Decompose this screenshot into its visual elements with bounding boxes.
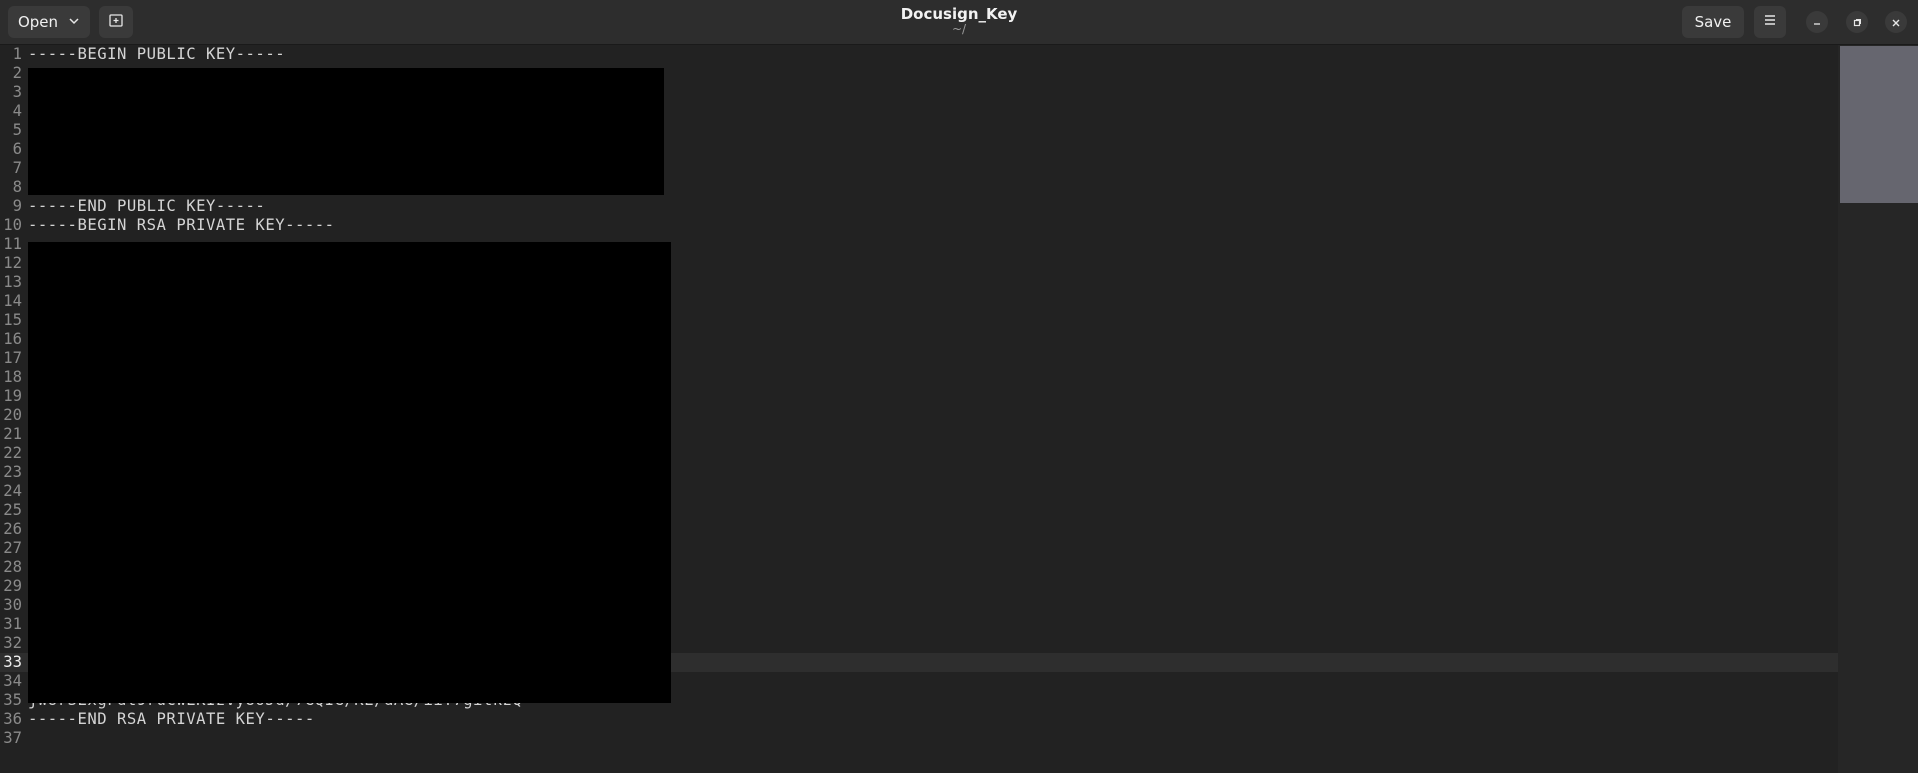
line-number: 8 <box>12 178 22 196</box>
line-number: 35 <box>3 691 22 709</box>
window-subtitle: ~/ <box>951 22 967 36</box>
save-button-label: Save <box>1694 13 1732 31</box>
chevron-down-icon <box>68 13 80 31</box>
line-number: 21 <box>3 425 22 443</box>
new-tab-icon <box>108 12 124 32</box>
line-number: 33 <box>3 653 22 671</box>
new-tab-button[interactable] <box>99 6 133 38</box>
line-number: 19 <box>3 387 22 405</box>
line-number: 7 <box>12 159 22 177</box>
line-number: 22 <box>3 444 22 462</box>
line-number: 9 <box>12 197 22 215</box>
open-button-label: Open <box>17 13 59 31</box>
line-number: 6 <box>12 140 22 158</box>
line-text: -----BEGIN RSA PRIVATE KEY----- <box>28 216 335 234</box>
close-button[interactable] <box>1885 11 1907 33</box>
maximize-button[interactable] <box>1846 11 1868 33</box>
line-number: 31 <box>3 615 22 633</box>
header-bar: Open Docusign_Key ~/ Save <box>0 0 1918 45</box>
line-number: 4 <box>12 102 22 120</box>
line-number: 13 <box>3 273 22 291</box>
window-title-area: Docusign_Key ~/ <box>859 5 1059 35</box>
text-editor[interactable]: 1 -----BEGIN PUBLIC KEY----- 2 3 4 5 6 7 8 9 -----… <box>0 45 1838 773</box>
line-number: 2 <box>12 64 22 82</box>
line-number: 17 <box>3 349 22 367</box>
line-text: -----END PUBLIC KEY----- <box>28 197 266 215</box>
editor-line[interactable]: 1 -----BEGIN PUBLIC KEY----- <box>0 45 1838 64</box>
line-number: 32 <box>3 634 22 652</box>
line-number: 15 <box>3 311 22 329</box>
line-number: 16 <box>3 330 22 348</box>
editor-line[interactable]: 10 -----BEGIN RSA PRIVATE KEY----- <box>0 216 1838 235</box>
line-number: 14 <box>3 292 22 310</box>
open-button[interactable]: Open <box>8 6 90 38</box>
minimize-icon <box>1812 13 1822 32</box>
minimap[interactable] <box>1838 45 1918 773</box>
window-title: Docusign_Key <box>900 5 1018 23</box>
line-number: 25 <box>3 501 22 519</box>
line-number: 10 <box>3 216 22 234</box>
hamburger-menu-icon <box>1763 13 1777 31</box>
line-number: 37 <box>3 729 22 747</box>
line-number: 30 <box>3 596 22 614</box>
line-number: 36 <box>3 710 22 728</box>
main-menu-button[interactable] <box>1754 6 1786 38</box>
line-number: 1 <box>12 45 22 63</box>
line-number: 5 <box>12 121 22 139</box>
line-number: 12 <box>3 254 22 272</box>
line-number: 23 <box>3 463 22 481</box>
line-text: -----END RSA PRIVATE KEY----- <box>28 710 315 728</box>
line-number: 28 <box>3 558 22 576</box>
maximize-icon <box>1852 13 1862 32</box>
save-button[interactable]: Save <box>1682 6 1744 38</box>
line-number: 26 <box>3 520 22 538</box>
minimize-button[interactable] <box>1806 11 1828 33</box>
line-number: 27 <box>3 539 22 557</box>
redaction-block-public-key <box>28 68 664 195</box>
editor-line[interactable]: 37 <box>0 729 1838 748</box>
line-number: 34 <box>3 672 22 690</box>
line-number: 18 <box>3 368 22 386</box>
minimap-viewport[interactable] <box>1840 46 1918 203</box>
line-number: 20 <box>3 406 22 424</box>
line-number: 3 <box>12 83 22 101</box>
line-number: 24 <box>3 482 22 500</box>
line-number: 29 <box>3 577 22 595</box>
line-text: -----BEGIN PUBLIC KEY----- <box>28 45 286 63</box>
editor-line[interactable]: 36 -----END RSA PRIVATE KEY----- <box>0 710 1838 729</box>
line-number: 11 <box>3 235 22 253</box>
redaction-block-private-key <box>28 242 671 703</box>
close-icon <box>1891 13 1901 32</box>
editor-line[interactable]: 9 -----END PUBLIC KEY----- <box>0 197 1838 216</box>
